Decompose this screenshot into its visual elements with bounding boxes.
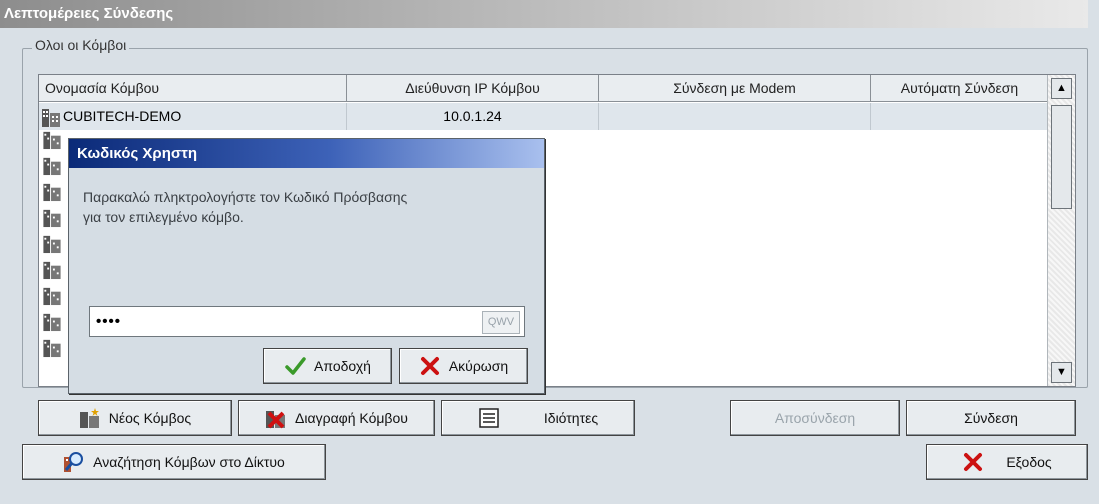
disconnect-button[interactable]: Αποσύνδεση (730, 400, 900, 436)
dialog-message-line-2: για τον επιλεγμένο κόμβο. (83, 209, 244, 225)
node-icon (43, 209, 61, 228)
password-dialog: Κωδικός Χρηστη Παρακαλώ πληκτρολογήστε τ… (68, 138, 545, 394)
grid-header: Ονομασία Κόμβου Διεύθυνση IP Κόμβου Σύνδ… (39, 75, 1049, 102)
search-nodes-label: Αναζήτηση Κόμβων στο Δίκτυο (93, 454, 285, 470)
scroll-up-button[interactable]: ▲ (1051, 78, 1072, 99)
new-node-icon (79, 408, 99, 428)
cancel-label: Ακύρωση (448, 358, 509, 374)
node-name: CUBITECH-DEMO (63, 108, 182, 124)
scroll-thumb[interactable] (1051, 105, 1072, 209)
delete-node-button[interactable]: Διαγραφή Κόμβου (238, 400, 435, 436)
vertical-scrollbar[interactable]: ▲ ▼ (1047, 75, 1075, 386)
dialog-message: Παρακαλώ πληκτρολογήστε τον Κωδικό Πρόσβ… (83, 187, 503, 227)
node-icon (43, 261, 61, 280)
scroll-down-button[interactable]: ▼ (1051, 362, 1072, 383)
dialog-title: Κωδικός Χρηστη (69, 139, 544, 168)
node-icon (43, 313, 61, 332)
search-nodes-button[interactable]: Αναζήτηση Κόμβων στο Δίκτυο (22, 444, 326, 480)
properties-button[interactable]: Ιδιότητες (441, 400, 635, 436)
connect-label: Σύνδεση (964, 410, 1018, 426)
column-header-modem[interactable]: Σύνδεση με Modem (599, 75, 871, 102)
cancel-button[interactable]: Ακύρωση (399, 348, 528, 384)
node-auto (871, 103, 1049, 130)
checkmark-icon (285, 357, 306, 375)
node-icon (43, 131, 61, 150)
delete-node-icon (266, 411, 286, 429)
password-field[interactable]: •••• QWV (89, 306, 525, 337)
node-modem (599, 103, 871, 130)
column-header-name[interactable]: Ονομασία Κόμβου (39, 75, 347, 102)
nodes-group-label: Ολοι οι Κόμβοι (32, 37, 130, 53)
close-icon (420, 357, 439, 375)
column-header-ip[interactable]: Διεύθυνση IP Κόμβου (347, 75, 599, 102)
column-header-auto[interactable]: Αυτόματη Σύνδεση (871, 75, 1049, 102)
virtual-keyboard-button[interactable]: QWV (482, 311, 520, 334)
new-node-label: Νέος Κόμβος (108, 410, 192, 426)
node-icon (43, 339, 61, 358)
dialog-message-line-1: Παρακαλώ πληκτρολογήστε τον Κωδικό Πρόσβ… (83, 189, 408, 205)
node-icon (43, 183, 61, 202)
accept-label: Αποδοχή (314, 358, 371, 374)
node-icon (43, 235, 61, 254)
window-title: Λεπτομέρειες Σύνδεσης (0, 0, 1088, 28)
password-value: •••• (96, 313, 122, 330)
accept-button[interactable]: Αποδοχή (263, 348, 392, 384)
search-network-icon (64, 452, 84, 472)
table-row[interactable]: CUBITECH-DEMO 10.0.1.24 (39, 103, 1049, 130)
close-icon (964, 453, 983, 471)
connect-button[interactable]: Σύνδεση (906, 400, 1076, 436)
node-icon (43, 157, 61, 176)
node-icon (43, 287, 61, 306)
node-ip: 10.0.1.24 (347, 103, 599, 130)
new-node-button[interactable]: Νέος Κόμβος (38, 400, 232, 436)
exit-button[interactable]: Εξοδος (926, 444, 1088, 480)
node-icon (42, 109, 60, 128)
exit-label: Εξοδος (1006, 454, 1052, 470)
disconnect-label: Αποσύνδεση (774, 410, 856, 426)
properties-icon (479, 408, 499, 428)
delete-node-label: Διαγραφή Κόμβου (295, 410, 408, 426)
properties-label: Ιδιότητες (543, 410, 599, 426)
